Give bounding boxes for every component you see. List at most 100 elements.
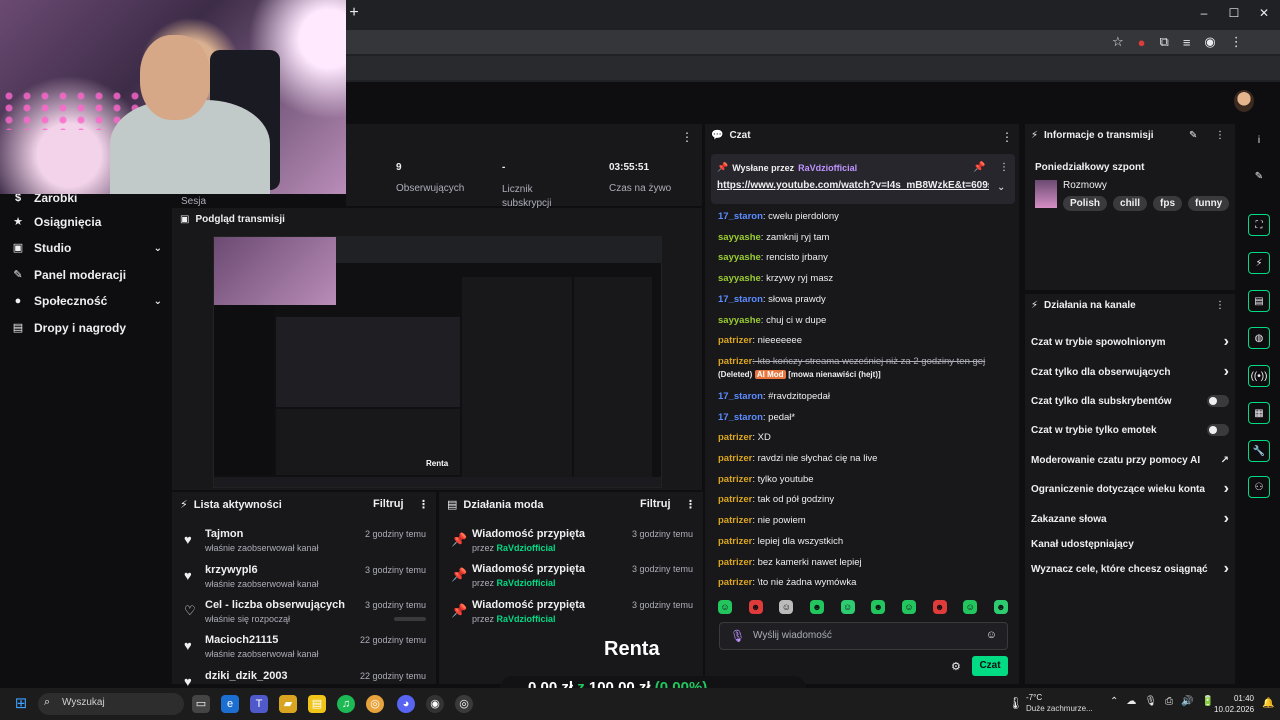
channel-action-item[interactable]: Czat tylko dla subskrybentów <box>1031 391 1229 411</box>
broadcast-icon[interactable]: ((•)) <box>1248 365 1270 387</box>
chat-message[interactable]: 17_staron: pedał* <box>718 411 1008 424</box>
stream-preview-video[interactable]: Renta <box>213 236 662 488</box>
taskbar-search[interactable]: ⌕ Wyszukaj <box>38 693 184 715</box>
chevron-down-icon[interactable]: ⌄ <box>997 182 1005 193</box>
activity-item[interactable]: ♥ Tajmon właśnie zaobserwował kanał 2 go… <box>172 528 436 562</box>
chat-username[interactable]: patrizer <box>718 494 752 505</box>
tag[interactable]: fps <box>1153 196 1183 211</box>
gear-icon[interactable]: ⚙ <box>951 660 961 673</box>
spotify-icon[interactable]: ♫ <box>337 695 355 713</box>
maximize-button[interactable]: ☐ <box>1226 6 1242 20</box>
nav-item-moderation[interactable]: ✎ Panel moderacji <box>12 265 162 285</box>
chat-message[interactable]: sayyashe: zamknij ryj tam <box>718 231 1008 244</box>
chat-message[interactable]: sayyashe: chuj ci w dupe <box>718 314 1008 327</box>
notification-bell-icon[interactable]: 🔔 <box>1262 698 1274 709</box>
chat-menu-icon[interactable]: ⋮ <box>1001 130 1013 144</box>
chat-message[interactable]: sayyashe: rencisto jrbany <box>718 251 1008 264</box>
channel-action-item[interactable]: Zakazane słowa › <box>1031 509 1229 529</box>
stream-category[interactable]: Rozmowy <box>1063 180 1107 191</box>
bookmark-star-icon[interactable]: ☆ <box>1112 34 1124 50</box>
stats-menu-icon[interactable]: ⋮ <box>681 130 693 144</box>
chrome-icon[interactable]: ◎ <box>366 695 384 713</box>
chat-message[interactable]: patrizer: bez kamerki nawet lepiej <box>718 556 1008 569</box>
tray-overflow-icon[interactable]: ⌃ <box>1110 696 1118 707</box>
chat-message[interactable]: patrizer: \to nie żadna wymówka <box>718 576 1008 589</box>
close-button[interactable]: ✕ <box>1256 6 1272 20</box>
pinned-message[interactable]: 📌 Wysłane przez RaVdziofficial 📌 ⋮ https… <box>711 154 1015 204</box>
nav-item-drops[interactable]: ▤ Dropy i nagrody <box>12 318 162 338</box>
chat-username[interactable]: 17_staron <box>718 294 763 305</box>
obs-icon[interactable]: ◉ <box>426 695 444 713</box>
activity-item[interactable]: ♥ Macioch21115 właśnie zaobserwował kana… <box>172 634 436 668</box>
chat-username[interactable]: sayyashe <box>718 232 761 243</box>
extension-icon[interactable]: ● <box>1138 35 1146 50</box>
channel-action-item[interactable]: Kanał udostępniający <box>1031 534 1229 554</box>
chat-username[interactable]: patrizer <box>718 474 752 485</box>
channel-action-item[interactable]: Moderowanie czatu przy pomocy AI ↗ <box>1031 450 1229 470</box>
chat-message[interactable]: patrizer: nieeeeeee <box>718 334 1008 347</box>
chat-username[interactable]: 17_staron <box>718 412 763 423</box>
onedrive-icon[interactable]: ☁ <box>1126 696 1136 707</box>
emoji-icon[interactable]: ☺ <box>986 629 997 641</box>
chat-username[interactable]: sayyashe <box>718 315 761 326</box>
clipboard-icon[interactable]: ▤ <box>1248 290 1270 312</box>
chat-username[interactable]: 17_staron <box>718 391 763 402</box>
emote-icon[interactable]: ☻ <box>809 600 824 614</box>
chat-send-button[interactable]: Czat <box>972 656 1008 676</box>
reading-list-icon[interactable]: ≡ <box>1183 35 1191 50</box>
wrench-icon[interactable]: 🔧 <box>1248 440 1270 462</box>
chat-input[interactable]: 🎙 Wyślij wiadomość ☺ <box>719 622 1008 650</box>
mod-menu-icon[interactable]: ⋮ <box>685 498 696 511</box>
chat-username[interactable]: patrizer <box>718 536 752 547</box>
new-tab-button[interactable]: + <box>346 5 362 21</box>
channel-action-item[interactable]: Wyznacz cele, które chcesz osiągnąć › <box>1031 559 1229 579</box>
channel-action-item[interactable]: Czat w trybie spowolnionym › <box>1031 332 1229 352</box>
chat-username[interactable]: patrizer <box>718 432 752 443</box>
nav-item-achievements[interactable]: ★ Osiągnięcia <box>12 212 162 232</box>
chat-username[interactable]: patrizer <box>718 577 752 588</box>
chat-username[interactable]: patrizer <box>718 515 752 526</box>
toggle-switch[interactable] <box>1207 395 1229 407</box>
microphone-icon[interactable]: 🎙 <box>1144 696 1157 707</box>
chat-username[interactable]: patrizer <box>718 453 752 464</box>
emote-icon[interactable]: ☺ <box>840 600 855 614</box>
chat-message[interactable]: patrizer: kto kończy streama wcześniej n… <box>718 355 1008 381</box>
file-explorer-icon[interactable]: ▰ <box>279 695 297 713</box>
chat-message[interactable]: patrizer: ravdzi nie słychać cię na live <box>718 452 1008 465</box>
activity-menu-icon[interactable]: ⋮ <box>418 498 429 511</box>
activity-item[interactable]: ♡ Cel - liczba obserwujących właśnie się… <box>172 599 436 633</box>
minimize-button[interactable]: – <box>1196 6 1212 20</box>
mod-action-item[interactable]: 📌 Wiadomość przypięta przez RaVdzioffici… <box>439 563 703 597</box>
chat-message[interactable]: sayyashe: krzywy ryj masz <box>718 272 1008 285</box>
actions-menu-icon[interactable]: ⋮ <box>1215 300 1225 311</box>
chat-username[interactable]: 17_staron <box>718 211 763 222</box>
weather-widget[interactable]: 🌡 -7°C Duże zachmurze... <box>1008 692 1098 716</box>
emote-icon[interactable]: ☺ <box>901 600 916 614</box>
channel-action-item[interactable]: Czat tylko dla obserwujących › <box>1031 362 1229 382</box>
mod-action-item[interactable]: 📌 Wiadomość przypięta przez RaVdzioffici… <box>439 528 703 562</box>
chat-message[interactable]: patrizer: lepiej dla wszystkich <box>718 535 1008 548</box>
fullscreen-icon[interactable]: ⛶ <box>1248 214 1270 236</box>
chat-message[interactable]: 17_staron: #ravdzitopedał <box>718 390 1008 403</box>
chat-message[interactable]: patrizer: tylko youtube <box>718 473 1008 486</box>
taskbar-clock[interactable]: 01:40 10.02.2026 <box>1214 693 1254 715</box>
chat-message[interactable]: 17_staron: słowa prawdy <box>718 293 1008 306</box>
extensions-puzzle-icon[interactable]: ⧉ <box>1160 34 1169 50</box>
emote-icon[interactable]: ☻ <box>748 600 763 614</box>
tag[interactable]: funny <box>1188 196 1230 211</box>
emote-icon[interactable]: ☻ <box>871 600 886 614</box>
activity-filter-button[interactable]: Filtruj <box>373 498 404 510</box>
chat-username[interactable]: sayyashe <box>718 273 761 284</box>
network-icon[interactable]: ⎙ <box>1165 696 1173 707</box>
lightning-icon[interactable]: ⚡ <box>1248 252 1270 274</box>
chat-username[interactable]: patrizer <box>718 557 752 568</box>
edit-icon[interactable]: ✎ <box>1248 166 1270 188</box>
volume-icon[interactable]: 🔊 <box>1181 696 1193 707</box>
task-view-icon[interactable]: ▭ <box>192 695 210 713</box>
chat-message[interactable]: patrizer: nie powiem <box>718 514 1008 527</box>
mod-action-item[interactable]: 📌 Wiadomość przypięta przez RaVdzioffici… <box>439 599 703 633</box>
nav-item-studio[interactable]: ▣ Studio ⌄ <box>12 238 162 258</box>
sticky-notes-icon[interactable]: ▤ <box>308 695 326 713</box>
edge-icon[interactable]: e <box>221 695 239 713</box>
chat-icon[interactable]: ◍ <box>1248 327 1270 349</box>
